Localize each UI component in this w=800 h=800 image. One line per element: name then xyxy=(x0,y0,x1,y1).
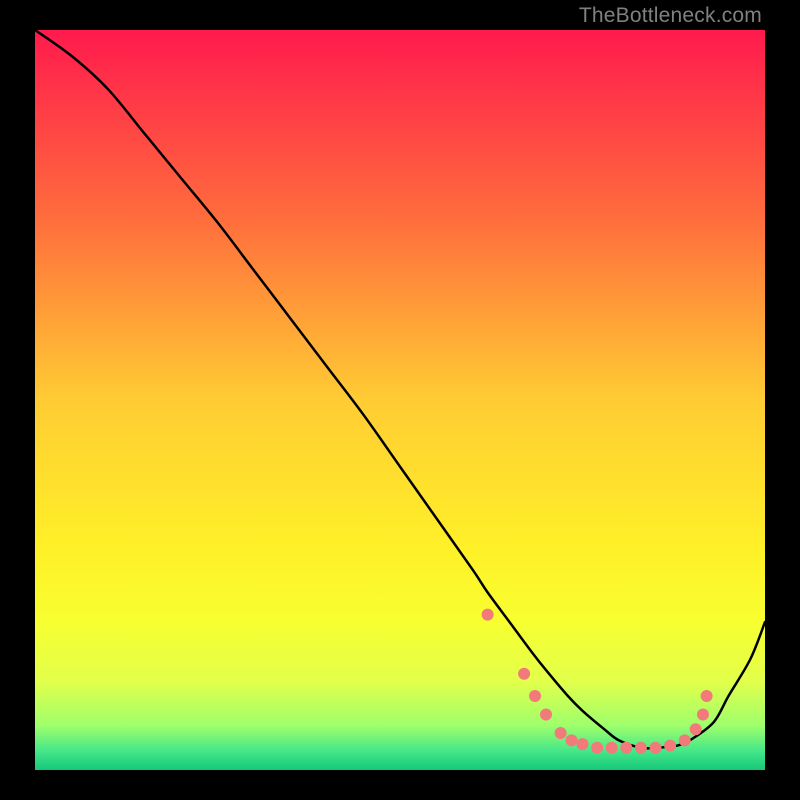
gradient-background xyxy=(35,30,765,770)
marker-dot xyxy=(540,709,552,721)
marker-dot xyxy=(529,690,541,702)
marker-dot xyxy=(664,740,676,752)
bottleneck-chart xyxy=(35,30,765,770)
marker-dot xyxy=(518,668,530,680)
marker-dot xyxy=(577,738,589,750)
marker-dot xyxy=(690,723,702,735)
marker-dot xyxy=(679,734,691,746)
marker-dot xyxy=(620,742,632,754)
marker-dot xyxy=(635,742,647,754)
chart-frame xyxy=(35,30,765,770)
marker-dot xyxy=(555,727,567,739)
marker-dot xyxy=(650,742,662,754)
marker-dot xyxy=(591,742,603,754)
marker-dot xyxy=(606,742,618,754)
watermark-text: TheBottleneck.com xyxy=(579,4,762,28)
marker-dot xyxy=(566,734,578,746)
marker-dot xyxy=(482,609,494,621)
marker-dot xyxy=(701,690,713,702)
marker-dot xyxy=(697,709,709,721)
